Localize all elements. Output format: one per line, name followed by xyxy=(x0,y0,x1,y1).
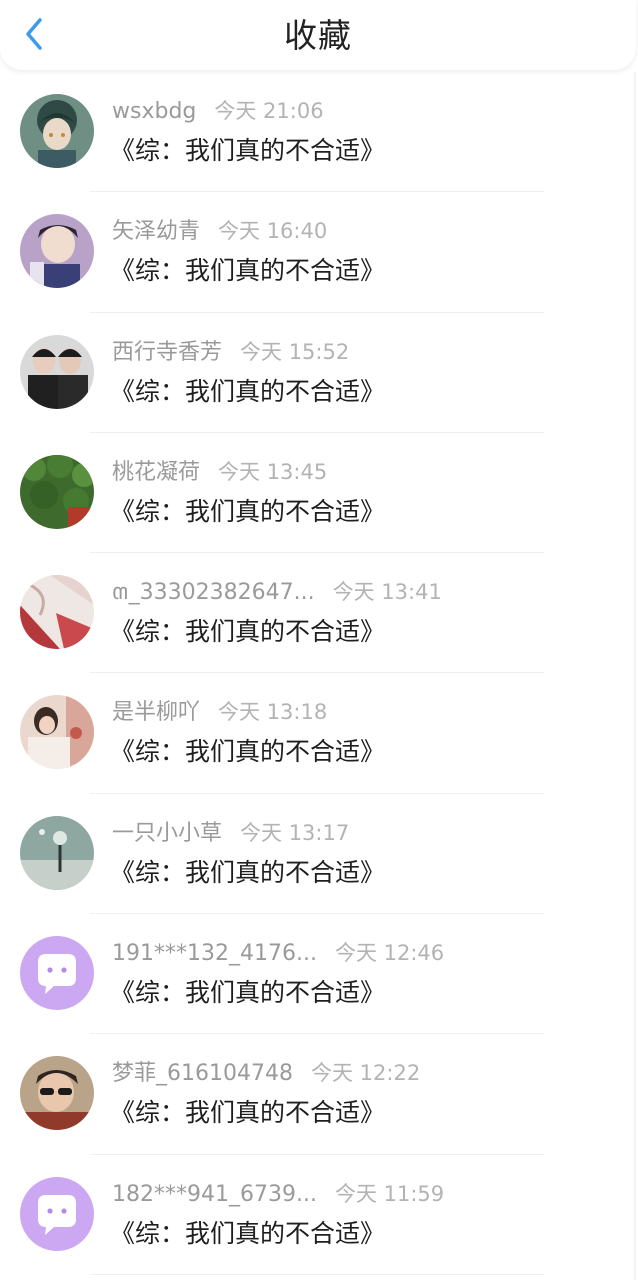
user-name[interactable]: 梦菲_616104748 xyxy=(112,1061,293,1086)
list-item[interactable]: 梦菲_616104748 今天 12:22 《综：我们真的不合适》 xyxy=(0,1034,638,1155)
book-title[interactable]: 《综：我们真的不合适》 xyxy=(110,254,385,288)
divider xyxy=(90,1273,544,1275)
avatar[interactable] xyxy=(20,214,94,289)
scrollbar[interactable] xyxy=(634,72,636,1280)
book-title[interactable]: 《综：我们真的不合适》 xyxy=(110,1217,385,1251)
book-title[interactable]: 《综：我们真的不合适》 xyxy=(110,976,385,1010)
default-chat-bubble-icon[interactable] xyxy=(20,936,94,1011)
book-title[interactable]: 《综：我们真的不合适》 xyxy=(110,134,385,168)
user-name[interactable]: 西行寺香芳 xyxy=(112,340,222,365)
user-name[interactable]: 是半柳吖 xyxy=(112,700,200,725)
timestamp: 今天 12:46 xyxy=(334,941,445,966)
user-name[interactable]: 矢泽幼青 xyxy=(112,219,200,244)
timestamp: 今天 15:52 xyxy=(240,339,350,364)
book-title[interactable]: 《综：我们真的不合适》 xyxy=(110,375,385,409)
top-bar: 收藏 xyxy=(0,0,636,70)
list-item[interactable]: 191***132_4176... 今天 12:46 《综：我们真的不合适》 xyxy=(0,914,638,1035)
user-name[interactable]: 182***941_6739... xyxy=(112,1182,317,1207)
avatar[interactable] xyxy=(20,1056,94,1131)
avatar[interactable] xyxy=(20,94,94,168)
list-item[interactable]: ຓ_33302382647... 今天 13:41 《综：我们真的不合适》 xyxy=(0,553,638,674)
user-name[interactable]: wsxbdg xyxy=(112,99,196,124)
timestamp: 今天 13:41 xyxy=(332,580,442,605)
avatar[interactable] xyxy=(20,454,94,529)
timestamp: 今天 13:45 xyxy=(218,459,328,484)
book-title[interactable]: 《综：我们真的不合适》 xyxy=(110,495,385,529)
avatar[interactable] xyxy=(20,334,94,409)
timestamp: 今天 13:17 xyxy=(240,820,350,845)
book-title[interactable]: 《综：我们真的不合适》 xyxy=(110,615,385,649)
default-chat-bubble-icon[interactable] xyxy=(20,1176,94,1251)
favorites-list: wsxbdg 今天 21:06 《综：我们真的不合适》 矢泽幼青 今天 16:40 … xyxy=(0,72,638,1275)
user-name[interactable]: 191***132_4176... xyxy=(112,941,317,966)
avatar[interactable] xyxy=(20,575,94,650)
avatar[interactable] xyxy=(20,815,94,890)
page-title: 收藏 xyxy=(284,16,352,55)
timestamp: 今天 13:18 xyxy=(218,700,328,725)
list-item[interactable]: wsxbdg 今天 21:06 《综：我们真的不合适》 xyxy=(0,72,638,193)
list-item[interactable]: 桃花凝荷 今天 13:45 《综：我们真的不合适》 xyxy=(0,433,638,554)
list-item[interactable]: 是半柳吖 今天 13:18 《综：我们真的不合适》 xyxy=(0,673,638,794)
timestamp: 今天 21:06 xyxy=(214,99,324,123)
list-item[interactable]: 一只小小草 今天 13:17 《综：我们真的不合适》 xyxy=(0,794,638,915)
book-title[interactable]: 《综：我们真的不合适》 xyxy=(110,1096,385,1130)
user-name[interactable]: 桃花凝荷 xyxy=(112,460,200,485)
timestamp: 今天 16:40 xyxy=(218,219,328,244)
user-name[interactable]: ຓ_33302382647... xyxy=(112,580,315,605)
avatar[interactable] xyxy=(20,695,94,770)
book-title[interactable]: 《综：我们真的不合适》 xyxy=(110,735,385,769)
timestamp: 今天 11:59 xyxy=(334,1181,445,1206)
timestamp: 今天 12:22 xyxy=(310,1061,421,1086)
book-title[interactable]: 《综：我们真的不合适》 xyxy=(110,856,385,890)
list-item[interactable]: 矢泽幼青 今天 16:40 《综：我们真的不合适》 xyxy=(0,192,638,313)
user-name[interactable]: 一只小小草 xyxy=(112,821,222,846)
list-item[interactable]: 西行寺香芳 今天 15:52 《综：我们真的不合适》 xyxy=(0,313,638,433)
list-item[interactable]: 182***941_6739... 今天 11:59 《综：我们真的不合适》 xyxy=(0,1155,638,1275)
